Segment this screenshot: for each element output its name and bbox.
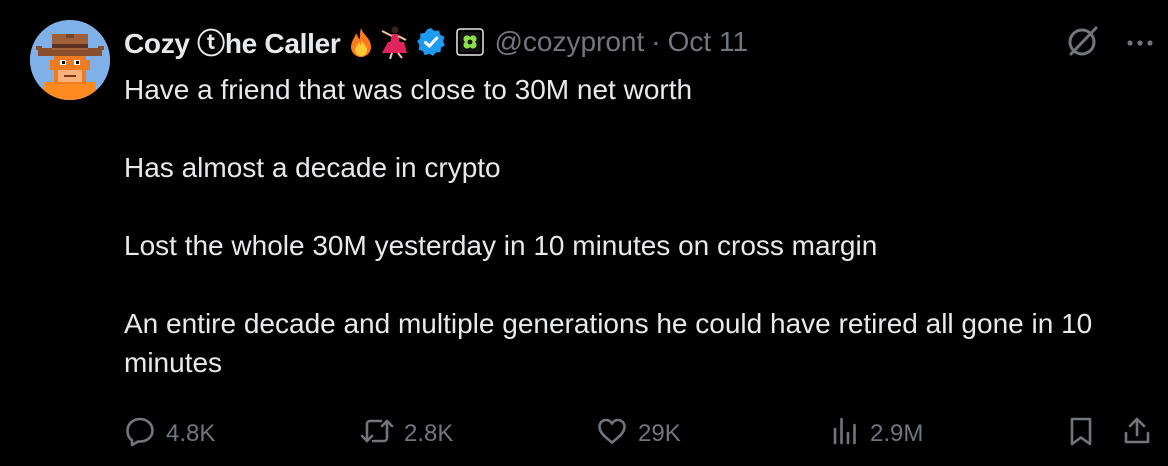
tweet-top-actions [1066, 24, 1154, 63]
tweet-paragraph: Have a friend that was close to 30M net … [124, 74, 693, 105]
views-bar-chart-icon [830, 415, 860, 454]
share-button[interactable] [1122, 412, 1152, 456]
reply-count: 4.8K [166, 420, 216, 447]
tweet-paragraph: Has almost a decade in crypto [124, 152, 501, 183]
retweet-icon [360, 415, 394, 454]
heart-icon [596, 415, 628, 454]
like-button[interactable]: 29K [596, 412, 681, 456]
retweet-count: 2.8K [404, 420, 454, 447]
avatar[interactable] [30, 20, 110, 100]
tweet-text: Have a friend that was close to 30M net … [124, 70, 1154, 382]
verified-badge-icon[interactable] [416, 27, 446, 57]
views-count: 2.9M [870, 420, 924, 447]
grok-icon[interactable] [1066, 24, 1100, 63]
author-handle[interactable]: @cozypront [494, 26, 644, 58]
avatar-image [30, 20, 110, 100]
like-count: 29K [638, 420, 681, 447]
author-display-name[interactable]: Cozy ⓣhe Caller [124, 22, 341, 62]
tweet-paragraph: An entire decade and multiple generation… [124, 308, 1093, 378]
fire-emoji-icon [346, 26, 376, 58]
header-separator: · [651, 26, 661, 57]
reply-button[interactable]: 4.8K [124, 412, 215, 456]
views-button[interactable]: 2.9M [830, 412, 923, 456]
retweet-button[interactable]: 2.8K [360, 412, 453, 456]
reply-icon [124, 415, 156, 454]
tweet-header: Cozy ⓣhe Caller @cozypront · Oct 11 [124, 22, 748, 62]
more-options-icon[interactable] [1126, 35, 1154, 53]
tweet-date[interactable]: Oct 11 [668, 26, 748, 58]
affiliate-badge-icon[interactable] [456, 28, 485, 56]
tweet-action-bar: 4.8K 2.8K 29K 2.9M [124, 412, 1154, 456]
dancer-emoji-icon [378, 25, 408, 59]
tweet-paragraph: Lost the whole 30M yesterday in 10 minut… [124, 230, 878, 261]
share-icon [1122, 415, 1152, 454]
bookmark-button[interactable] [1066, 412, 1096, 456]
bookmark-icon [1066, 415, 1096, 454]
